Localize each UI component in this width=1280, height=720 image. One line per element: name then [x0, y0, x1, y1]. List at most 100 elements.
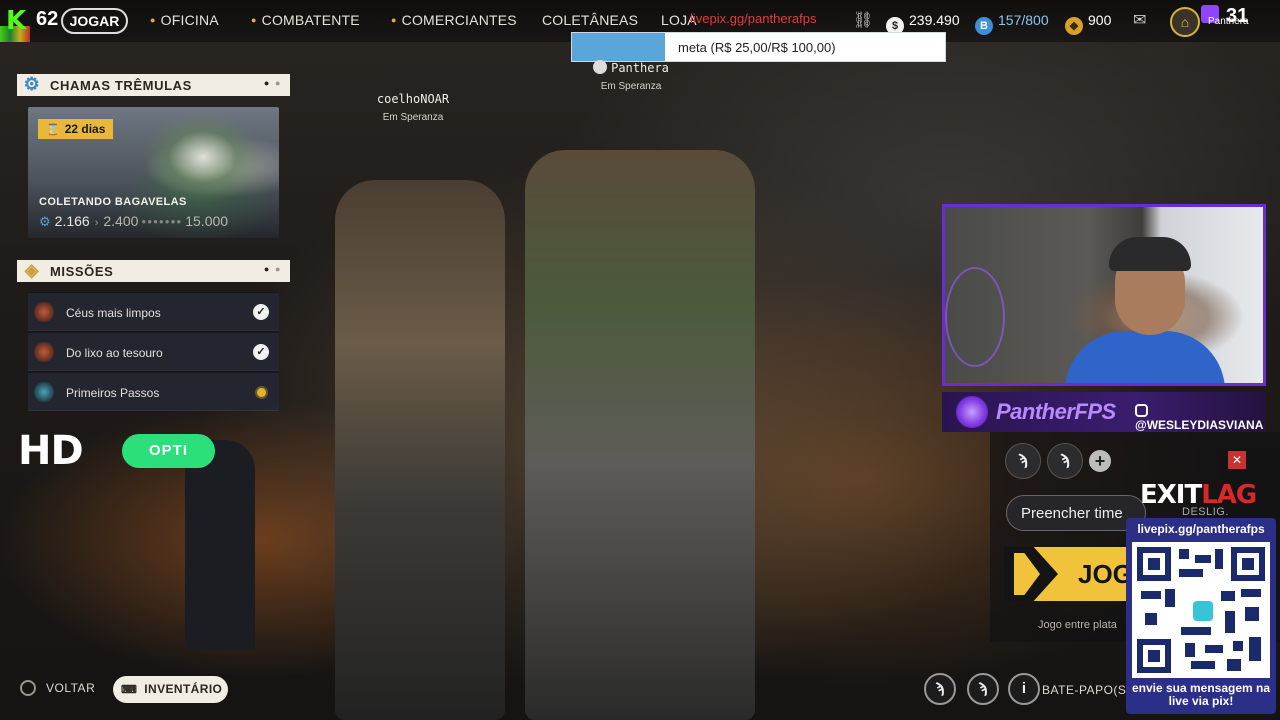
- mission-item[interactable]: Do lixo ao tesouro ✓: [28, 333, 279, 371]
- exitlag-exit-text: EXIT: [1140, 480, 1202, 510]
- tab-comerciantes[interactable]: ● COMERCIANTES: [391, 12, 517, 28]
- inbox-icon[interactable]: ✉: [1133, 10, 1146, 30]
- chat-button[interactable]: BATE-PAPO(S: [1042, 683, 1126, 697]
- qr-finder: [1137, 639, 1171, 673]
- nav-dot-icon: ●: [251, 15, 257, 25]
- qr-code: [1132, 542, 1270, 678]
- fill-team-label: Preencher time: [1021, 505, 1123, 522]
- webcam-feed: [942, 204, 1266, 386]
- missions-list: Céus mais limpos ✓ Do lixo ao tesouro ✓ …: [28, 292, 279, 411]
- tab-combatente[interactable]: ● COMBATENTE: [251, 12, 360, 28]
- mission-icon: [34, 302, 54, 322]
- streamer-brand-bar: PantherFPS @WESLEYDIASVIANA: [942, 392, 1266, 432]
- event-panel-title: CHAMAS TRÊMULAS: [50, 78, 192, 93]
- qr-finder: [1231, 547, 1265, 581]
- tab-combatente-label: COMBATENTE: [261, 12, 360, 28]
- missions-icon: ◈: [24, 260, 40, 280]
- brand-name: PantherFPS: [996, 399, 1116, 424]
- player-location: Em Speranza: [600, 81, 662, 92]
- background-figure: [185, 440, 255, 650]
- player-name-text: Panthera: [611, 61, 669, 75]
- event-timer-badge: ⌛ 22 dias: [38, 119, 114, 139]
- mission-label: Céus mais limpos: [66, 306, 161, 320]
- progress-dots: ●●●●●●●: [141, 217, 183, 226]
- battlepass-icon: B: [975, 17, 993, 35]
- instagram-icon: [1135, 404, 1148, 417]
- missions-panel-header[interactable]: ◈ MISSÕES ● ●: [17, 260, 290, 282]
- mission-label: Primeiros Passos: [66, 386, 160, 400]
- event-panel-header[interactable]: ⚙ CHAMAS TRÊMULAS ● ●: [17, 74, 290, 96]
- battlepass-progress: B 157/800: [975, 12, 1049, 35]
- donation-goal-fill: [572, 33, 666, 61]
- player-name: coelhoNOAR: [376, 92, 450, 106]
- keyboard-icon: ⌨: [121, 684, 138, 696]
- checkmark-icon: ✓: [253, 304, 269, 320]
- qr-footer-line-2: live via pix!: [1168, 694, 1234, 708]
- event-card[interactable]: ⌛ 22 dias COLETANDO BAGAVELAS ⚙ 2.166 › 2.40…: [28, 107, 279, 238]
- hourglass-icon: ⌛: [46, 124, 60, 136]
- livepix-url-overlay: livepix.gg/pantherafps: [690, 11, 817, 26]
- exitlag-lag-text: LAG: [1201, 480, 1257, 510]
- instagram-handle-text: @WESLEYDIASVIANA: [1135, 418, 1264, 432]
- squad-member-icon[interactable]: ϡ: [924, 673, 956, 705]
- event-tree-image: [143, 111, 263, 203]
- character-left: [335, 180, 505, 720]
- player-level: 62: [36, 8, 59, 30]
- mission-icon: [34, 342, 54, 362]
- donation-goal-text: meta (R$ 25,00/R$ 100,00): [678, 40, 836, 55]
- play-label: JOG: [1078, 559, 1133, 589]
- crossplay-label: Jogo entre plata: [1038, 619, 1117, 631]
- inventory-button[interactable]: ⌨ INVENTÁRIO: [113, 676, 228, 703]
- premium-currency: ◆ 900: [1065, 12, 1111, 35]
- streamer-shirt: [1065, 331, 1225, 383]
- squad-slot-2[interactable]: ϡ: [1047, 443, 1083, 479]
- opti-badge: OPTI: [122, 434, 215, 468]
- livepix-qr-card: livepix.gg/pantherafps envie sua mensage…: [1126, 518, 1276, 714]
- player-name: Panthera: [586, 60, 676, 75]
- streamer-cap: [1109, 237, 1191, 271]
- instagram-handle: @WESLEYDIASVIANA: [1135, 404, 1266, 432]
- decorative-ring: [945, 267, 1005, 367]
- profile-button[interactable]: ⌂: [1170, 7, 1200, 37]
- missions-panel-title: MISSÕES: [50, 264, 114, 279]
- tab-coletaneas[interactable]: COLETÂNEAS: [542, 12, 638, 28]
- tab-oficina[interactable]: ● OFICINA: [150, 12, 219, 28]
- squad-member-icon[interactable]: ϡ: [967, 673, 999, 705]
- tab-oficina-label: OFICINA: [160, 12, 219, 28]
- qr-title: livepix.gg/pantherafps: [1137, 522, 1265, 536]
- checkmark-icon: ✓: [253, 344, 269, 360]
- play-button[interactable]: JOG: [1004, 547, 1144, 601]
- mission-item[interactable]: Céus mais limpos ✓: [28, 293, 279, 331]
- kick-logo-icon: K: [6, 6, 27, 36]
- event-days-text: 22 dias: [64, 122, 106, 136]
- fill-team-button[interactable]: Preencher time: [1006, 495, 1146, 531]
- gear-icon: ⚙: [39, 214, 51, 229]
- tab-comerciantes-label: COMERCIANTES: [401, 12, 517, 28]
- nav-dot-icon: ●: [150, 15, 156, 25]
- event-objective-title: COLETANDO BAGAVELAS: [39, 196, 187, 208]
- nav-dot-icon: ●: [391, 15, 397, 25]
- premium-value: 900: [1088, 12, 1112, 28]
- coins-value: 239.490: [909, 12, 960, 28]
- add-player-button[interactable]: +: [1089, 450, 1111, 472]
- character-right: [525, 150, 755, 720]
- battlepass-value: 157/800: [998, 12, 1049, 28]
- tab-jogar[interactable]: JOGAR: [61, 8, 128, 34]
- back-button[interactable]: VOLTAR: [20, 680, 95, 696]
- mission-label: Do lixo ao tesouro: [66, 346, 163, 360]
- mission-item[interactable]: Primeiros Passos: [28, 373, 279, 411]
- qr-finder: [1137, 547, 1171, 581]
- player-location: Em Speranza: [382, 112, 444, 123]
- exitlag-logo: EXITLAG: [1140, 480, 1257, 510]
- play-chevron-icon: [1004, 547, 1058, 601]
- chevron-right-icon: ›: [94, 217, 99, 229]
- player-emblem-icon: [593, 60, 608, 74]
- party-icon[interactable]: ⛓: [853, 10, 873, 30]
- squad-slot-1[interactable]: ϡ: [1005, 443, 1041, 479]
- panther-logo-icon: [956, 396, 988, 428]
- close-icon[interactable]: ✕: [1228, 451, 1246, 469]
- livepix-logo-icon: [1193, 601, 1213, 621]
- page-dots: ● ●: [263, 78, 281, 88]
- info-icon[interactable]: i: [1008, 673, 1040, 705]
- event-next-milestone: 2.400: [103, 213, 139, 229]
